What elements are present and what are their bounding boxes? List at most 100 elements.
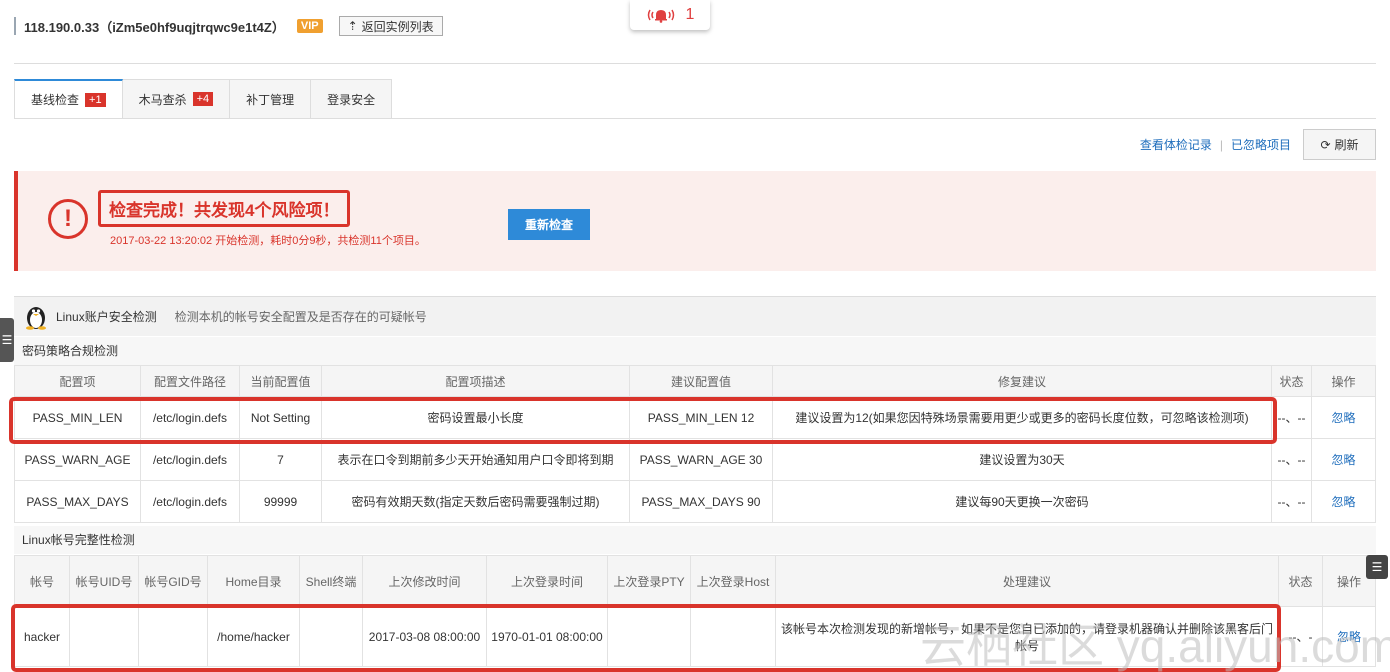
chat-feedback-icon[interactable]: ☰ (1366, 555, 1388, 579)
link-separator: | (1219, 137, 1223, 152)
suggested-value: PASS_MAX_DAYS 90 (629, 480, 773, 523)
fix-suggestion: 建议设置为30天 (772, 438, 1272, 481)
header-divider (14, 63, 1376, 64)
table-row: PASS_MAX_DAYS /etc/login.defs 99999 密码有效… (14, 480, 1376, 523)
config-path: /etc/login.defs (140, 438, 240, 481)
table-row: PASS_MIN_LEN /etc/login.defs Not Setting… (14, 396, 1376, 439)
scan-result-subtitle: 2017-03-22 13:20:02 开始检测，耗时0分9秒，共检测11个项目… (110, 235, 426, 247)
ignore-link[interactable]: 忽略 (1311, 480, 1376, 523)
back-to-list-button[interactable]: ⇡ 返回实例列表 (338, 16, 443, 36)
tab-label: 补丁管理 (246, 92, 295, 107)
back-to-list-label: 返回实例列表 (361, 19, 434, 34)
config-path: /etc/login.defs (140, 480, 240, 523)
column-header: 上次登录Host (690, 555, 776, 607)
instance-header: 118.190.0.33（iZm5e0hf9uqjtrqwc9e1t4Z） VI… (14, 14, 443, 38)
column-header: 处理建议 (775, 555, 1279, 607)
config-item: PASS_MAX_DAYS (14, 480, 141, 523)
status: --、- (1278, 606, 1323, 667)
ignore-link[interactable]: 忽略 (1311, 396, 1376, 439)
shell-terminal (299, 606, 363, 667)
tab-patch-management[interactable]: 补丁管理 (230, 79, 312, 119)
column-header: 帐号UID号 (69, 555, 139, 607)
fix-suggestion: 建议设置为12(如果您因特殊场景需要用更少或更多的密码长度位数，可忽略该检测项) (772, 396, 1272, 439)
config-description: 密码有效期天数(指定天数后密码需要强制过期) (321, 480, 630, 523)
current-value: 7 (239, 438, 322, 481)
table-header-row: 帐号 帐号UID号 帐号GID号 Home目录 Shell终端 上次修改时间 上… (14, 555, 1376, 607)
column-header: 配置项 (14, 365, 141, 397)
status: --、-- (1271, 480, 1312, 523)
table-row: PASS_WARN_AGE /etc/login.defs 7 表示在口令到期前… (14, 438, 1376, 481)
status: --、-- (1271, 396, 1312, 439)
instance-title: 118.190.0.33（iZm5e0hf9uqjtrqwc9e1t4Z） (24, 19, 285, 35)
password-policy-table: 配置项 配置文件路径 当前配置值 配置项描述 建议配置值 修复建议 状态 操作 … (14, 365, 1376, 523)
scan-result-banner: ! 检查完成！共发现4个风险项！ 2017-03-22 13:20:02 开始检… (14, 171, 1376, 271)
column-header: 上次登录时间 (486, 555, 608, 607)
last-modified-time: 2017-03-08 08:00:00 (362, 606, 487, 667)
account-integrity-table: 帐号 帐号UID号 帐号GID号 Home目录 Shell终端 上次修改时间 上… (14, 555, 1376, 667)
ignored-items-link[interactable]: 已忽略项目 (1231, 136, 1291, 153)
refresh-button[interactable]: ⟳ 刷新 (1303, 129, 1376, 160)
last-login-host (690, 606, 776, 667)
config-item: PASS_WARN_AGE (14, 438, 141, 481)
column-header: 上次修改时间 (362, 555, 487, 607)
column-header: 状态 (1278, 555, 1323, 607)
tabs-divider (14, 118, 1376, 119)
scan-result-title: 检查完成！共发现4个风险项！ (98, 190, 351, 227)
column-header: 修复建议 (772, 365, 1272, 397)
recheck-button[interactable]: 重新检查 (508, 209, 590, 240)
column-header: 配置文件路径 (140, 365, 240, 397)
account-uid (69, 606, 139, 667)
status: --、-- (1271, 438, 1312, 481)
column-header: 建议配置值 (629, 365, 773, 397)
header-accent-bar (14, 17, 16, 35)
suggested-value: PASS_WARN_AGE 30 (629, 438, 773, 481)
side-menu-toggle-icon[interactable]: ☰ (0, 318, 14, 362)
tab-bar: 基线检查 +1 木马查杀 +4 补丁管理 登录安全 (14, 79, 393, 119)
column-header: 帐号 (14, 555, 70, 607)
tab-trojan-scan[interactable]: 木马查杀 +4 (122, 79, 231, 119)
linux-account-section-header: Linux账户安全检测 检测本机的帐号安全配置及是否存在的可疑帐号 (14, 296, 1376, 336)
current-value: 99999 (239, 480, 322, 523)
config-item: PASS_MIN_LEN (14, 396, 141, 439)
refresh-icon: ⟳ (1320, 137, 1331, 152)
last-login-pty (607, 606, 691, 667)
tab-label: 木马查杀 (138, 92, 187, 107)
action-links: 查看体检记录 | 已忽略项目 ⟳ 刷新 (1140, 129, 1376, 160)
config-description: 表示在口令到期前多少天开始通知用户口令即将到期 (321, 438, 630, 481)
column-header: Shell终端 (299, 555, 363, 607)
ignore-link[interactable]: 忽略 (1322, 606, 1376, 667)
tab-label: 登录安全 (327, 92, 376, 107)
view-history-link[interactable]: 查看体检记录 (1140, 136, 1212, 153)
tab-login-security[interactable]: 登录安全 (311, 79, 393, 119)
column-header: 帐号GID号 (138, 555, 208, 607)
last-login-time: 1970-01-01 08:00:00 (486, 606, 608, 667)
ignore-link[interactable]: 忽略 (1311, 438, 1376, 481)
current-value: Not Setting (239, 396, 322, 439)
section-title: Linux账户安全检测 (56, 310, 157, 324)
tab-count-badge: +4 (192, 92, 214, 106)
tab-baseline-check[interactable]: 基线检查 +1 (14, 79, 123, 119)
vip-badge: VIP (296, 19, 323, 33)
tab-count-badge: +1 (85, 92, 106, 107)
config-description: 密码设置最小长度 (321, 396, 630, 439)
password-policy-title: 密码策略合规检测 (14, 337, 1376, 365)
linux-penguin-icon (26, 306, 46, 330)
column-header: Home目录 (207, 555, 300, 607)
alarm-bell-icon (647, 9, 674, 23)
home-directory: /home/hacker (207, 606, 300, 667)
column-header: 配置项描述 (321, 365, 630, 397)
config-path: /etc/login.defs (140, 396, 240, 439)
account-integrity-title: Linux帐号完整性检测 (14, 526, 1376, 554)
tab-label: 基线检查 (31, 93, 80, 107)
column-header: 状态 (1271, 365, 1312, 397)
column-header: 操作 (1311, 365, 1376, 397)
fix-suggestion: 建议每90天更换一次密码 (772, 480, 1272, 523)
account-gid (138, 606, 208, 667)
alert-count: 1 (685, 6, 695, 23)
section-description: 检测本机的帐号安全配置及是否存在的可疑帐号 (174, 310, 427, 324)
column-header: 上次登录PTY (607, 555, 691, 607)
alert-notification[interactable]: 1 (630, 0, 710, 30)
table-header-row: 配置项 配置文件路径 当前配置值 配置项描述 建议配置值 修复建议 状态 操作 (14, 365, 1376, 397)
suggested-value: PASS_MIN_LEN 12 (629, 396, 773, 439)
handling-advice: 该帐号本次检测发现的新增帐号，如果不是您自已添加的，请登录机器确认并删除该黑客后… (775, 606, 1279, 667)
